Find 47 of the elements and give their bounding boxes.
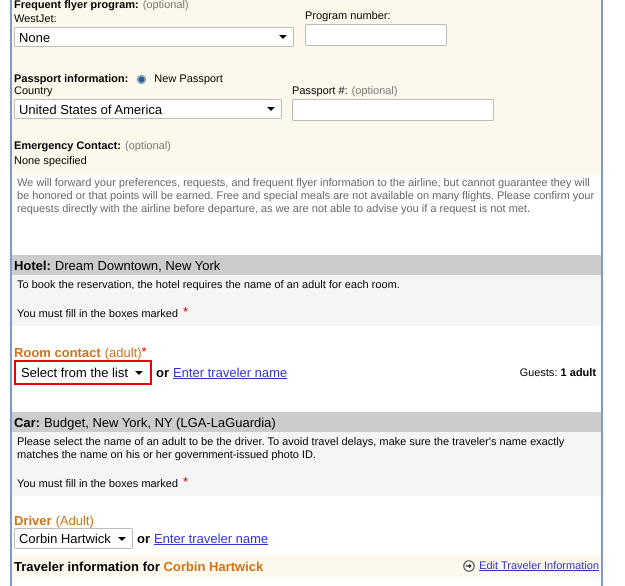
info-text: To book the reservation, the hotel requires the name of an adult for each room. [17, 279, 401, 292]
enter-name-link[interactable]: Enter traveler name [154, 531, 268, 546]
field-note: (Adult) [56, 512, 94, 528]
field-label: Passport #: [292, 85, 348, 97]
required-mark: * [183, 474, 188, 489]
caret-icon [118, 536, 126, 540]
section-label: Frequent flyer program: [14, 0, 139, 10]
dropdown[interactable]: Corbin Hartwick [14, 528, 133, 549]
optional-note: (optional) [142, 0, 189, 10]
enter-name-link[interactable]: Enter traveler name [173, 365, 288, 380]
guests-text: Guests: 1 adult [520, 366, 596, 378]
field-label: Room contact [14, 344, 101, 360]
section-title: Budget, New York, NY (LGA-LaGuardia) [44, 414, 276, 430]
required-mark: * [183, 304, 188, 319]
caret-icon [135, 370, 143, 374]
section-title-label: Car: [14, 414, 40, 430]
input-field[interactable] [292, 99, 494, 121]
or-text: or [137, 531, 150, 546]
field-label: Country [14, 85, 54, 97]
radio-label: New Passport [154, 73, 223, 85]
section-title: Dream Downtown, New York [54, 258, 220, 272]
input-field[interactable] [305, 24, 447, 46]
info-text: You must fill in the boxes marked [17, 478, 178, 490]
section-label: Passport information: [14, 73, 128, 85]
section-label: Emergency Contact: [14, 140, 121, 152]
optional-note: (optional) [124, 140, 171, 152]
section-title-label: Hotel: [14, 258, 51, 272]
traveler-heading: Traveler information for Corbin Hartwick [14, 558, 264, 574]
notice-text: We will forward your preferences, requests, and frequent flyer information to the airline, but cannot guarantee they will be honored or that points will be earned. Free and special meals are not available on many flights. Please confirm your requests directly with the airline before departure, as we are not able to advise you if a request is not met. [16, 176, 596, 217]
field-value: None specified [14, 155, 88, 167]
field-label: Driver [14, 512, 52, 528]
field-note: (adult) [104, 344, 142, 360]
info-text: Please select the name of an adult to be the driver. To avoid travel delays, make sure the traveler's name exactly matches the name on his or her government-issued photo ID. [17, 436, 566, 462]
required-mark: * [142, 344, 147, 359]
field-label: Program number: [305, 10, 392, 22]
caret-icon [279, 35, 287, 39]
caret-icon [267, 107, 275, 111]
info-text: You must fill in the boxes marked [17, 308, 178, 320]
or-text: or [156, 365, 169, 380]
dropdown[interactable]: Select from the list [14, 360, 152, 385]
optional-note: (optional) [352, 85, 398, 97]
field-label: WestJet: [14, 13, 58, 25]
dropdown[interactable]: United States of America [14, 99, 282, 119]
arrow-circle-icon [463, 560, 476, 572]
dropdown[interactable]: None [14, 27, 294, 47]
radio-button[interactable] [137, 74, 146, 84]
edit-link[interactable]: Edit Traveler Information [479, 560, 599, 572]
